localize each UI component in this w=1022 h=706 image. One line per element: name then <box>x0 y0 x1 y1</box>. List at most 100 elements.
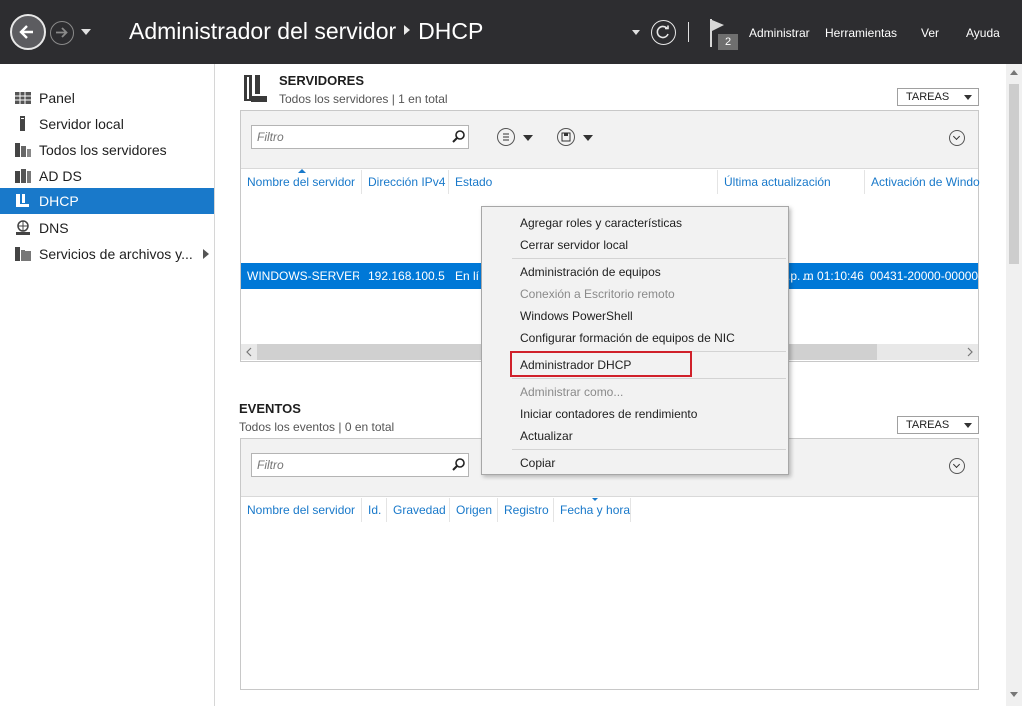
events-filter-input[interactable] <box>251 453 469 477</box>
events-tasks-dropdown[interactable]: TAREAS <box>897 416 979 434</box>
sidebar-item-dns[interactable]: DNS <box>0 215 214 241</box>
menu-item-add-roles[interactable]: Agregar roles y características <box>520 212 682 234</box>
dashboard-icon <box>15 92 31 104</box>
column-id[interactable]: Id. <box>362 498 387 522</box>
servers-subtitle: Todos los servidores | 1 en total <box>279 92 448 106</box>
events-panel: Nombre del servidor Id. Gravedad Origen … <box>240 438 979 690</box>
menu-item-copy[interactable]: Copiar <box>520 452 555 474</box>
list-options-dropdown-icon[interactable] <box>523 135 533 141</box>
servers-tasks-dropdown[interactable]: TAREAS <box>897 88 979 106</box>
column-last-update[interactable]: Última actualización <box>717 170 865 194</box>
scroll-down-icon[interactable] <box>1010 692 1018 697</box>
file-services-icon <box>15 247 31 261</box>
back-button[interactable] <box>10 14 46 50</box>
column-server-name[interactable]: Nombre del servidor <box>241 498 362 522</box>
page-title: Administrador del servidor DHCP <box>129 18 483 45</box>
sidebar-item-ad-ds[interactable]: AD DS <box>0 163 214 189</box>
save-query-dropdown-icon[interactable] <box>583 135 593 141</box>
expand-arrow-icon[interactable] <box>203 249 209 259</box>
arrow-left-icon <box>19 25 33 39</box>
sidebar-item-label: AD DS <box>39 168 82 184</box>
sidebar-item-label: Todos los servidores <box>39 142 167 158</box>
notifications-badge: 2 <box>718 34 738 50</box>
menu-item-dhcp-manager[interactable]: Administrador DHCP <box>520 354 631 376</box>
sidebar-item-all-servers[interactable]: Todos los servidores <box>0 137 214 163</box>
menu-separator <box>512 449 786 450</box>
cell-activation: 00431-20000-00000- <box>870 269 980 283</box>
servers-title: SERVIDORES <box>279 73 365 88</box>
sidebar-item-label: Panel <box>39 90 75 106</box>
menu-separator <box>512 378 786 379</box>
column-log[interactable]: Registro <box>498 498 554 522</box>
scrollbar-thumb[interactable] <box>1009 84 1019 264</box>
local-server-icon <box>20 116 25 131</box>
menu-item-performance-counters[interactable]: Iniciar contadores de rendimiento <box>520 403 697 425</box>
refresh-icon <box>656 25 669 39</box>
scroll-left-icon[interactable] <box>245 347 253 357</box>
column-server-name[interactable]: Nombre del servidor <box>241 170 362 194</box>
menu-ayuda[interactable]: Ayuda <box>966 26 1000 40</box>
menu-administrar[interactable]: Administrar <box>749 26 810 40</box>
column-severity[interactable]: Gravedad <box>387 498 450 522</box>
list-icon <box>503 133 509 141</box>
chevron-down-icon <box>964 423 972 428</box>
menu-item-shutdown-local-server[interactable]: Cerrar servidor local <box>520 234 628 256</box>
servers-filter-input[interactable] <box>251 125 469 149</box>
servers-table-header: Nombre del servidor Dirección IPv4 Estad… <box>241 169 980 194</box>
search-icon[interactable] <box>452 457 466 471</box>
menu-item-refresh[interactable]: Actualizar <box>520 425 573 447</box>
arrow-right-icon <box>56 27 68 38</box>
servers-filter-bar <box>241 111 978 169</box>
sidebar-item-label: DHCP <box>39 193 79 209</box>
sidebar-item-local-server[interactable]: Servidor local <box>0 111 214 137</box>
tasks-label: TAREAS <box>906 419 950 431</box>
cell-ipv4: 192.168.100.5 <box>368 269 445 283</box>
refresh-button[interactable] <box>651 20 676 45</box>
collapse-panel-button[interactable] <box>949 458 965 474</box>
menu-item-nic-teaming[interactable]: Configurar formación de equipos de NIC <box>520 327 735 349</box>
chevron-down-icon <box>964 95 972 100</box>
save-icon <box>561 132 571 142</box>
sidebar-item-dhcp[interactable]: DHCP <box>0 188 214 214</box>
scroll-right-icon[interactable] <box>966 347 974 357</box>
column-date-time[interactable]: Fecha y hora <box>554 498 631 522</box>
column-activation[interactable]: Activación de Windo <box>865 170 980 194</box>
forward-button[interactable] <box>50 21 74 45</box>
menu-ver[interactable]: Ver <box>921 26 939 40</box>
events-title: EVENTOS <box>239 401 301 416</box>
servers-section-icon <box>244 75 267 102</box>
menu-item-manage-as: Administrar como... <box>520 385 624 399</box>
events-subtitle: Todos los eventos | 0 en total <box>239 420 395 434</box>
sidebar-item-label: Servidor local <box>39 116 124 132</box>
column-source[interactable]: Origen <box>450 498 498 522</box>
menu-item-powershell[interactable]: Windows PowerShell <box>520 305 633 327</box>
ad-ds-icon <box>15 169 31 183</box>
breadcrumb-app: Administrador del servidor <box>129 18 397 44</box>
dns-icon <box>16 220 30 235</box>
sidebar-item-panel[interactable]: Panel <box>0 85 214 111</box>
main-vertical-scrollbar[interactable] <box>1006 64 1022 706</box>
events-table-header: Nombre del servidor Id. Gravedad Origen … <box>241 498 978 522</box>
cell-server-name: WINDOWS-SERVER- <box>247 269 359 283</box>
menu-item-remote-desktop: Conexión a Escritorio remoto <box>520 287 675 301</box>
menu-herramientas[interactable]: Herramientas <box>825 26 897 40</box>
toolbar-divider <box>688 22 689 42</box>
collapse-panel-button[interactable] <box>949 130 965 146</box>
cell-last-update: 01:10:46 p. m. <box>787 269 864 283</box>
save-query-button[interactable] <box>557 128 575 146</box>
breadcrumb-page: DHCP <box>418 18 484 44</box>
sidebar-item-file-services[interactable]: Servicios de archivos y... <box>0 241 214 267</box>
column-ipv4[interactable]: Dirección IPv4 <box>362 170 449 194</box>
context-menu: Agregar roles y características Cerrar s… <box>481 206 789 475</box>
title-bar: Administrador del servidor DHCP 2 Adminis… <box>0 0 1022 64</box>
breadcrumb-separator-icon <box>404 24 411 35</box>
search-icon[interactable] <box>452 129 466 143</box>
menu-item-computer-management[interactable]: Administración de equipos <box>520 261 661 283</box>
scroll-up-icon[interactable] <box>1010 70 1018 75</box>
history-dropdown-icon[interactable] <box>81 29 91 35</box>
all-servers-icon <box>15 143 31 157</box>
breadcrumb-dropdown-icon[interactable] <box>632 30 640 35</box>
dhcp-icon <box>16 194 29 207</box>
sidebar-item-label: Servicios de archivos y... <box>39 246 193 262</box>
list-options-button[interactable] <box>497 128 515 146</box>
